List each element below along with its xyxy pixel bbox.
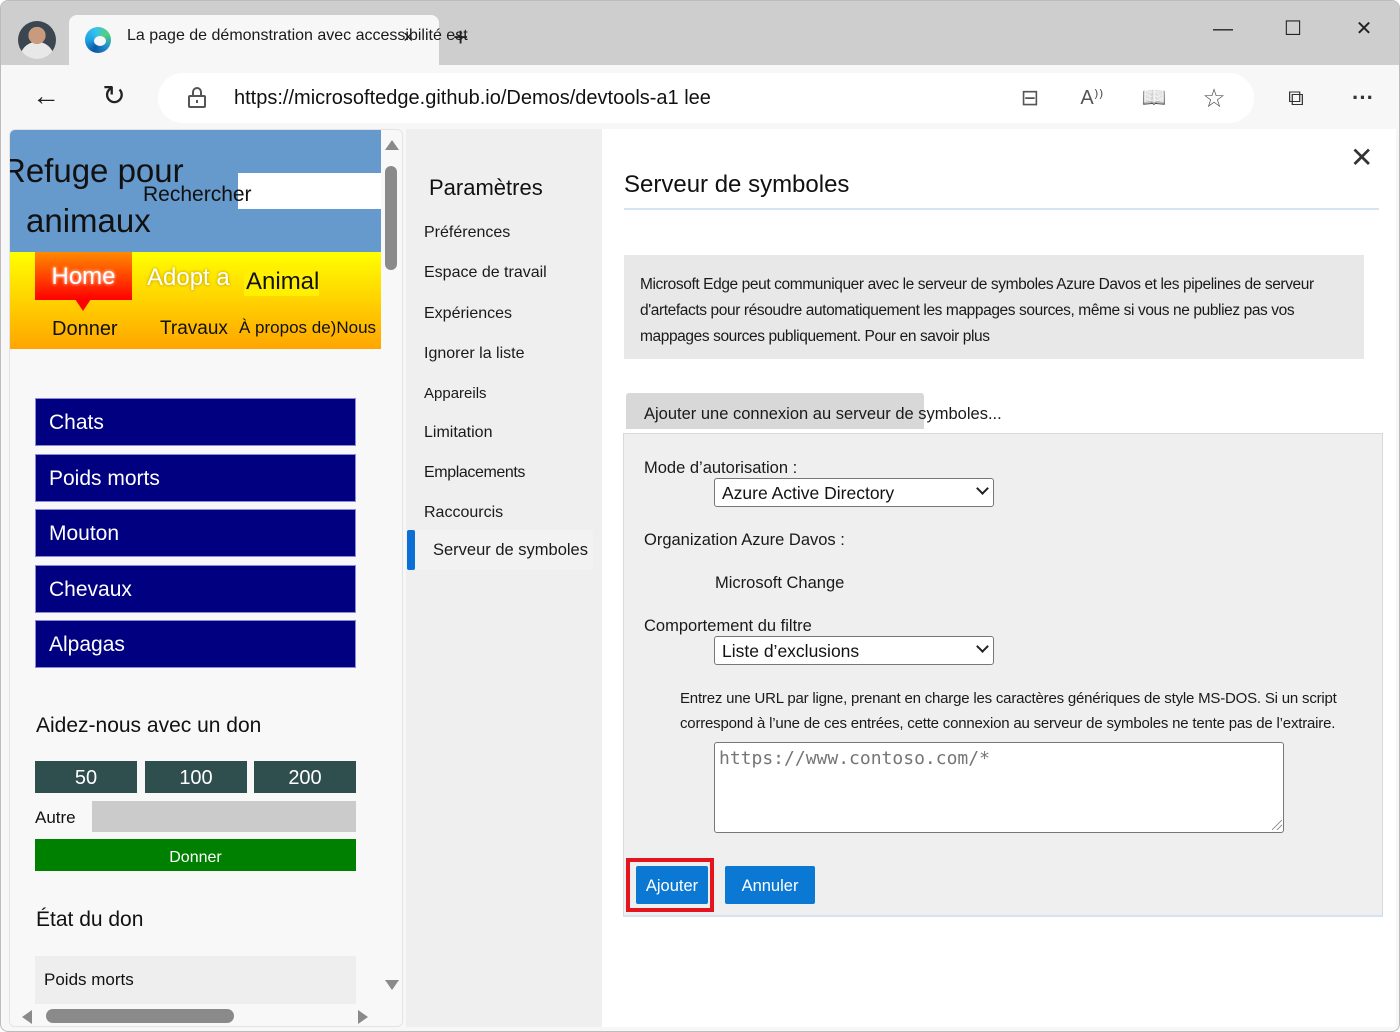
demo-page-viewport: Refuge pour animaux Rechercher Home Adop… xyxy=(9,129,403,1027)
settings-item-experiments[interactable]: Expériences xyxy=(424,305,512,323)
animal-link-dead-weight[interactable]: Poids morts xyxy=(35,454,356,502)
horizontal-scroll-thumb[interactable] xyxy=(46,1009,234,1023)
filter-behavior-select[interactable]: Liste d’exclusions xyxy=(714,636,994,665)
resize-grip-icon[interactable] xyxy=(1272,820,1282,830)
scroll-right-arrow-icon[interactable] xyxy=(358,1010,368,1024)
filter-behavior-label: Comportement du filtre xyxy=(644,617,812,635)
settings-item-workspace[interactable]: Espace de travail xyxy=(424,264,547,282)
search-input[interactable] xyxy=(238,173,381,209)
other-amount-label: Autre xyxy=(35,808,76,827)
amount-button-50[interactable]: 50 xyxy=(35,761,137,793)
refresh-button[interactable]: ↻ xyxy=(97,81,131,115)
chevron-down-icon xyxy=(976,482,989,495)
cancel-button[interactable]: Annuler xyxy=(725,866,815,904)
browser-window: La page de démonstration avec accessibil… xyxy=(0,0,1400,1032)
vertical-scroll-thumb[interactable] xyxy=(385,166,397,270)
auth-mode-label: Mode d’autorisation : xyxy=(644,459,798,477)
edge-logo-icon xyxy=(85,27,111,53)
nav-adopt-link[interactable]: Adopt a xyxy=(147,264,230,292)
donation-status-box: Poids morts xyxy=(35,956,356,1004)
site-title-line2: animaux xyxy=(26,202,151,239)
settings-item-devices[interactable]: Appareils xyxy=(424,385,487,402)
scroll-up-arrow-icon[interactable] xyxy=(385,140,399,150)
title-divider xyxy=(624,208,1379,210)
title-bar: La page de démonstration avec accessibil… xyxy=(1,1,1399,67)
settings-heading: Paramètres xyxy=(429,175,543,200)
devtools-settings: Paramètres Préférences Espace de travail… xyxy=(406,129,1396,1027)
scroll-left-arrow-icon[interactable] xyxy=(22,1010,32,1024)
nav-donate-link[interactable]: Donner xyxy=(52,318,118,341)
auth-mode-select[interactable]: Azure Active Directory xyxy=(714,478,994,507)
animal-link-alpacas[interactable]: Alpagas xyxy=(35,620,356,668)
donate-heading: Aidez-nous avec un don xyxy=(36,714,262,737)
nav-about-link[interactable]: À propos de)Nous xyxy=(239,318,376,338)
close-settings-icon[interactable]: ✕ xyxy=(1350,143,1373,173)
url-text[interactable]: https://microsoftedge.github.io/Demos/de… xyxy=(234,87,711,110)
other-amount-input[interactable] xyxy=(92,801,356,832)
tab-close-icon[interactable]: × xyxy=(403,27,414,48)
settings-item-throttling[interactable]: Limitation xyxy=(424,424,492,442)
more-options-icon[interactable]: ··· xyxy=(1346,81,1380,115)
profile-avatar[interactable] xyxy=(18,21,56,59)
tab-title: La page de démonstration avec accessibil… xyxy=(127,27,468,44)
url-list-textarea[interactable] xyxy=(714,742,1284,833)
donate-button[interactable]: Donner xyxy=(35,839,356,871)
add-connection-label[interactable]: Ajouter une connexion au serveur de symb… xyxy=(644,405,1002,424)
search-label: Rechercher xyxy=(143,183,252,206)
animal-link-cats[interactable]: Chats xyxy=(35,398,356,446)
close-window-button[interactable]: ✕ xyxy=(1344,15,1384,43)
org-label: Organization Azure Davos : xyxy=(644,531,845,549)
site-header: Refuge pour animaux Rechercher xyxy=(10,130,381,252)
symbol-server-panel: ✕ Serveur de symboles Microsoft Edge peu… xyxy=(602,129,1396,1027)
filter-behavior-value: Liste d’exclusions xyxy=(722,641,860,661)
settings-item-ignore-list[interactable]: Ignorer la liste xyxy=(424,345,525,363)
settings-item-shortcuts[interactable]: Raccourcis xyxy=(424,504,503,522)
filter-help-text: Entrez une URL par ligne, prenant en cha… xyxy=(680,690,1337,732)
info-text: Microsoft Edge peut communiquer avec le … xyxy=(624,255,1364,359)
browser-tab[interactable]: La page de démonstration avec accessibil… xyxy=(69,15,468,67)
settings-item-locations[interactable]: Emplacements xyxy=(424,464,525,482)
org-value: Microsoft Change xyxy=(715,574,845,592)
immersive-reader-icon[interactable]: 📖 xyxy=(1138,83,1170,113)
settings-item-symbol-server[interactable]: Serveur de symboles xyxy=(407,530,593,570)
briefcase-icon[interactable]: ⊟ xyxy=(1014,83,1046,113)
settings-item-preferences[interactable]: Préférences xyxy=(424,224,510,242)
add-button-highlight xyxy=(626,858,714,912)
auth-mode-value: Azure Active Directory xyxy=(722,483,895,503)
chevron-down-icon xyxy=(976,640,989,653)
nav-home-link[interactable]: Home xyxy=(35,252,132,311)
minimize-button[interactable]: — xyxy=(1203,15,1243,43)
nav-animal-link[interactable]: Animal xyxy=(244,268,320,296)
settings-sidebar: Paramètres Préférences Espace de travail… xyxy=(406,129,602,1027)
maximize-button[interactable]: ☐ xyxy=(1273,15,1313,43)
read-aloud-icon[interactable]: A⁾⁾ xyxy=(1076,83,1108,113)
back-button[interactable]: ← xyxy=(29,81,63,115)
collections-icon[interactable]: ⧉ xyxy=(1279,81,1313,115)
site-nav: Home Adopt a Animal Donner Travaux À pro… xyxy=(10,252,381,349)
new-tab-button[interactable]: + xyxy=(453,23,468,51)
lock-icon[interactable] xyxy=(188,87,206,108)
vertical-scrollbar[interactable] xyxy=(382,130,402,1008)
animal-link-horses[interactable]: Chevaux xyxy=(35,565,356,613)
browser-toolbar: ← ↻ https://microsoftedge.github.io/Demo… xyxy=(1,65,1399,129)
status-item: Poids morts xyxy=(44,970,134,989)
favorite-star-icon[interactable]: ☆ xyxy=(1198,83,1230,113)
connection-form: Mode d’autorisation : Azure Active Direc… xyxy=(623,433,1383,917)
donation-status-heading: État du don xyxy=(36,908,144,931)
panel-title: Serveur de symboles xyxy=(624,171,850,198)
amount-button-200[interactable]: 200 xyxy=(254,761,356,793)
amount-button-100[interactable]: 100 xyxy=(145,761,247,793)
scroll-down-arrow-icon[interactable] xyxy=(385,980,399,990)
horizontal-scrollbar[interactable] xyxy=(10,1004,402,1026)
nav-jobs-link[interactable]: Travaux xyxy=(160,318,228,340)
address-bar[interactable]: https://microsoftedge.github.io/Demos/de… xyxy=(158,73,1254,123)
animal-link-sheep[interactable]: Mouton xyxy=(35,509,356,557)
